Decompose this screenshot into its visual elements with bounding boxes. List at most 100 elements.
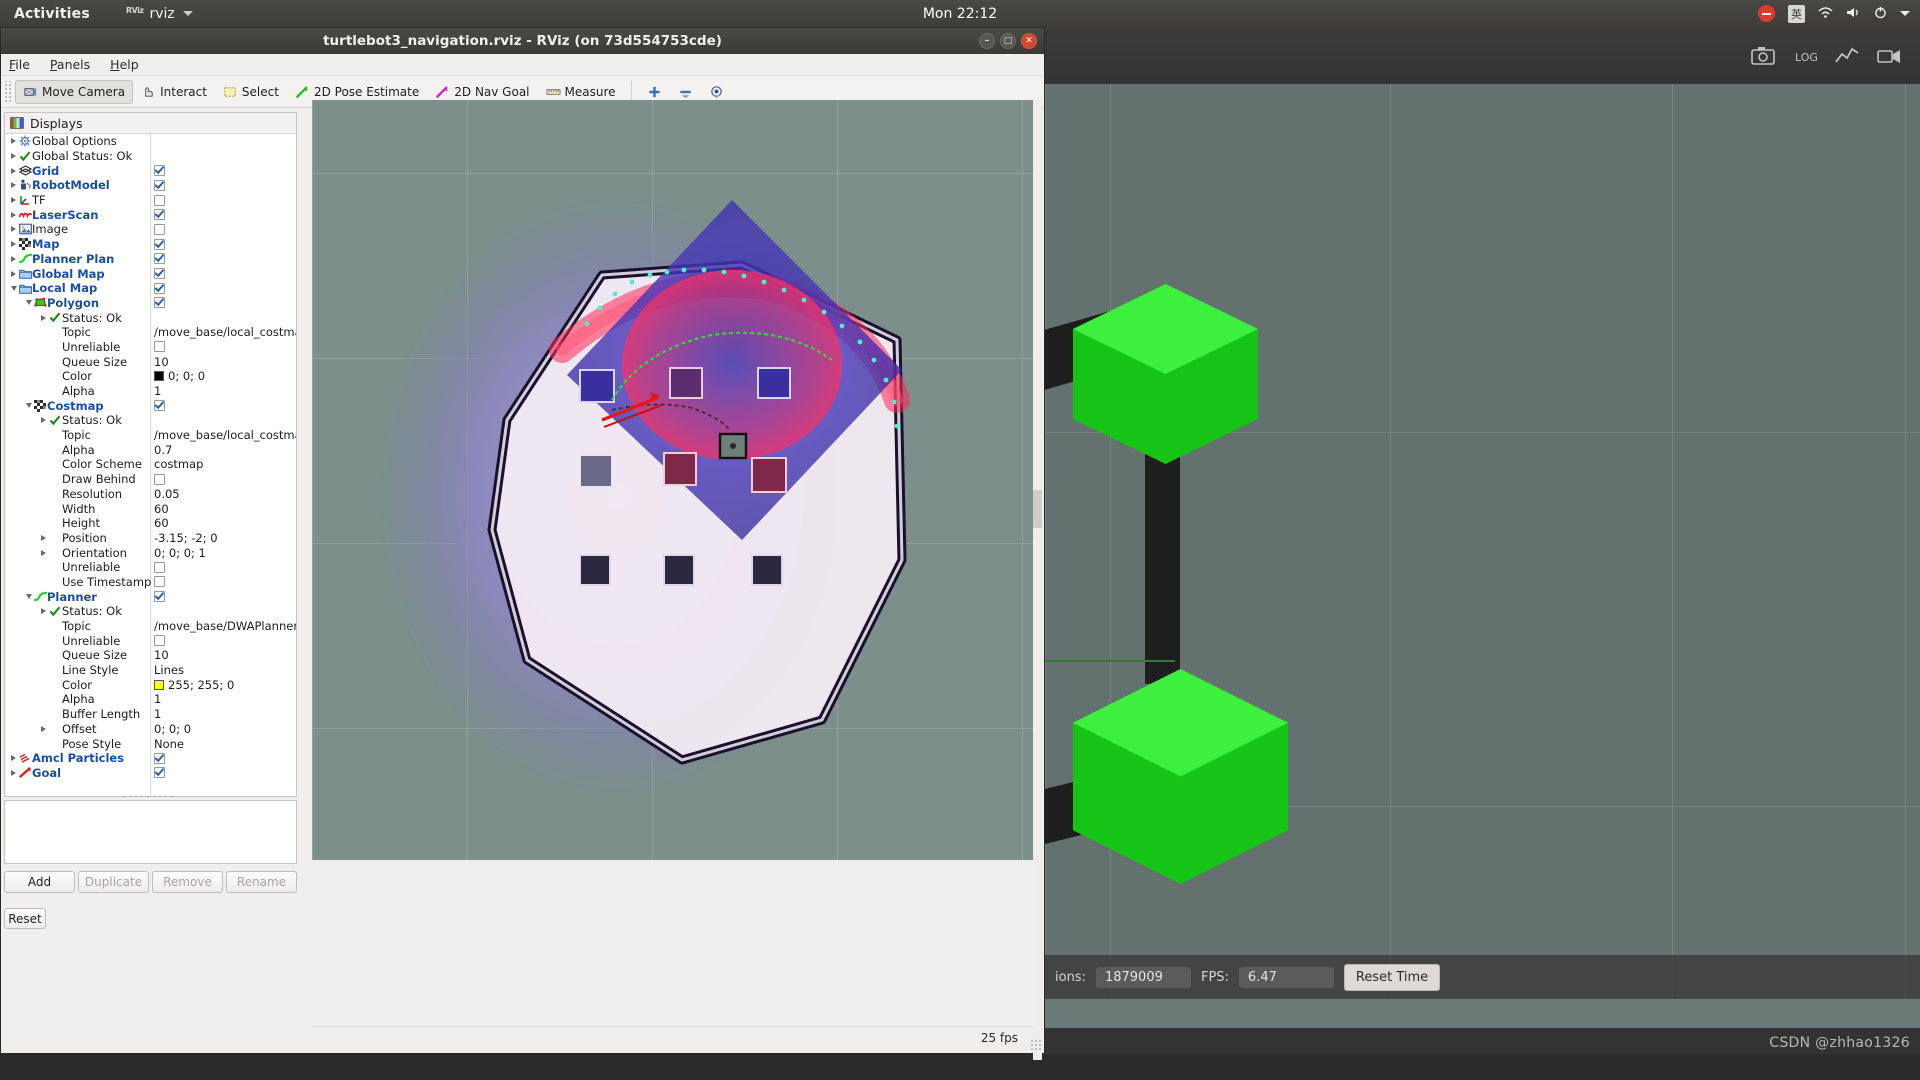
tree-row-checkbox[interactable] (154, 282, 165, 294)
chevron-down-icon[interactable] (1900, 7, 1910, 20)
camera-icon[interactable] (1750, 45, 1776, 67)
tree-row-value[interactable]: costmap (154, 457, 203, 471)
checkbox[interactable] (154, 561, 165, 573)
chevron-right-icon[interactable] (39, 314, 48, 321)
tree-row-tf[interactable]: TF (5, 193, 296, 208)
tree-row-global-status-ok[interactable]: Global Status: Ok (5, 149, 296, 164)
checkbox[interactable] (154, 209, 165, 221)
tree-row-value[interactable]: Lines (154, 663, 184, 677)
color-swatch[interactable] (154, 371, 164, 382)
chevron-right-icon[interactable] (9, 226, 18, 233)
log-icon[interactable]: LOG (1792, 45, 1818, 67)
tree-row-value[interactable]: 0; 0; 0; 1 (154, 546, 206, 560)
tree-row-polygon[interactable]: Polygon (5, 296, 296, 311)
chevron-right-icon[interactable] (9, 270, 18, 277)
tree-row-buffer-length[interactable]: Buffer Length 1 (5, 707, 296, 722)
chevron-right-icon[interactable] (9, 755, 18, 762)
tree-row-value[interactable]: 1 (154, 692, 161, 706)
input-method-icon[interactable]: 英 (1788, 4, 1805, 23)
tree-row-grid[interactable]: Grid (5, 163, 296, 178)
checkbox[interactable] (154, 165, 165, 177)
tree-row-value[interactable]: 1 (154, 384, 161, 398)
add-button[interactable]: Add (4, 871, 75, 893)
chevron-right-icon[interactable] (9, 241, 18, 248)
menu-help[interactable]: Help (110, 57, 139, 72)
chevron-down-icon[interactable] (24, 403, 33, 409)
gazebo-3d-viewport[interactable] (1045, 84, 1920, 999)
tree-row-unreliable[interactable]: Unreliable (5, 633, 296, 648)
checkbox[interactable] (154, 179, 165, 191)
tree-row-line-style[interactable]: Line Style Lines (5, 663, 296, 678)
tree-row-checkbox[interactable] (154, 591, 165, 603)
tree-row-queue-size[interactable]: Queue Size 10 (5, 648, 296, 663)
view-scrollbar[interactable] (1033, 100, 1042, 1060)
tree-row-value[interactable]: -3.15; -2; 0 (154, 531, 218, 545)
close-button[interactable]: ✕ (1021, 33, 1037, 49)
checkbox[interactable] (154, 591, 165, 603)
checkbox[interactable] (154, 752, 165, 764)
checkbox[interactable] (154, 194, 165, 206)
3d-render-view[interactable] (312, 100, 1034, 860)
tree-row-topic[interactable]: Topic/move_base/DWAPlannerR... (5, 619, 296, 634)
tree-row-status-ok[interactable]: Status: Ok (5, 604, 296, 619)
menu-file[interactable]: File (9, 57, 30, 72)
tree-row-checkbox[interactable] (154, 209, 165, 221)
tree-row-map[interactable]: Map (5, 237, 296, 252)
tree-row-color-value[interactable]: 0; 0; 0 (154, 369, 205, 383)
tree-row-value[interactable]: 60 (154, 502, 169, 516)
checkbox[interactable] (154, 238, 165, 250)
tree-row-checkbox[interactable] (154, 253, 165, 265)
tree-row-value[interactable]: 0.7 (154, 443, 172, 457)
app-menu-button[interactable]: RViz rviz (126, 6, 193, 22)
chevron-right-icon[interactable] (9, 211, 18, 218)
tree-row-draw-behind[interactable]: Draw Behind (5, 472, 296, 487)
tree-row-global-options[interactable]: Global Options (5, 134, 296, 149)
tree-row-checkbox[interactable] (154, 194, 165, 206)
power-icon[interactable] (1874, 6, 1887, 22)
chevron-right-icon[interactable] (9, 153, 18, 160)
color-swatch[interactable] (154, 679, 164, 690)
chevron-right-icon[interactable] (9, 182, 18, 189)
tree-row-checkbox[interactable] (154, 561, 165, 573)
chevron-down-icon[interactable] (24, 594, 33, 600)
chevron-right-icon[interactable] (39, 417, 48, 424)
tree-row-checkbox[interactable] (154, 179, 165, 191)
tree-row-checkbox[interactable] (154, 238, 165, 250)
wifi-icon[interactable] (1818, 6, 1833, 21)
tree-row-unreliable[interactable]: Unreliable (5, 340, 296, 355)
checkbox[interactable] (154, 297, 165, 309)
activities-button[interactable]: Activities (14, 6, 90, 22)
tree-row-costmap[interactable]: Costmap (5, 398, 296, 413)
chevron-right-icon[interactable] (9, 769, 18, 776)
tree-row-robotmodel[interactable]: RobotModel (5, 178, 296, 193)
tree-row-use-timestamp[interactable]: Use Timestamp (5, 575, 296, 590)
minimize-button[interactable]: – (979, 33, 995, 49)
panel-splitter[interactable] (121, 794, 177, 799)
tree-row-unreliable[interactable]: Unreliable (5, 560, 296, 575)
tree-row-color-scheme[interactable]: Color Scheme costmap (5, 457, 296, 472)
tree-row-value[interactable]: 10 (154, 648, 169, 662)
tree-row-checkbox[interactable] (154, 576, 165, 588)
toolbar-grip[interactable] (3, 80, 12, 103)
chevron-right-icon[interactable] (9, 167, 18, 174)
tree-row-value[interactable]: 0.05 (154, 487, 180, 501)
tree-row-orientation[interactable]: Orientation 0; 0; 0; 1 (5, 545, 296, 560)
tree-row-alpha[interactable]: Alpha 1 (5, 384, 296, 399)
tree-row-position[interactable]: Position -3.15; -2; 0 (5, 531, 296, 546)
checkbox[interactable] (154, 223, 165, 235)
chevron-right-icon[interactable] (9, 197, 18, 204)
chevron-right-icon[interactable] (39, 549, 48, 556)
tree-row-checkbox[interactable] (154, 165, 165, 177)
tree-row-amcl-particles[interactable]: Amcl Particles (5, 751, 296, 766)
tree-row-value[interactable]: /move_base/local_costmap... (154, 428, 296, 442)
tree-row-color-value[interactable]: 255; 255; 0 (154, 678, 234, 692)
chevron-down-icon[interactable] (24, 300, 33, 306)
tree-row-queue-size[interactable]: Queue Size 10 (5, 354, 296, 369)
checkbox[interactable] (154, 282, 165, 294)
tree-row-pose-style[interactable]: Pose Style None (5, 736, 296, 751)
tree-row-planner[interactable]: Planner (5, 589, 296, 604)
tree-row-height[interactable]: Height 60 (5, 516, 296, 531)
menu-panels[interactable]: Panels (50, 57, 90, 72)
volume-icon[interactable] (1846, 6, 1861, 22)
scrollbar-thumb[interactable] (1033, 490, 1042, 528)
